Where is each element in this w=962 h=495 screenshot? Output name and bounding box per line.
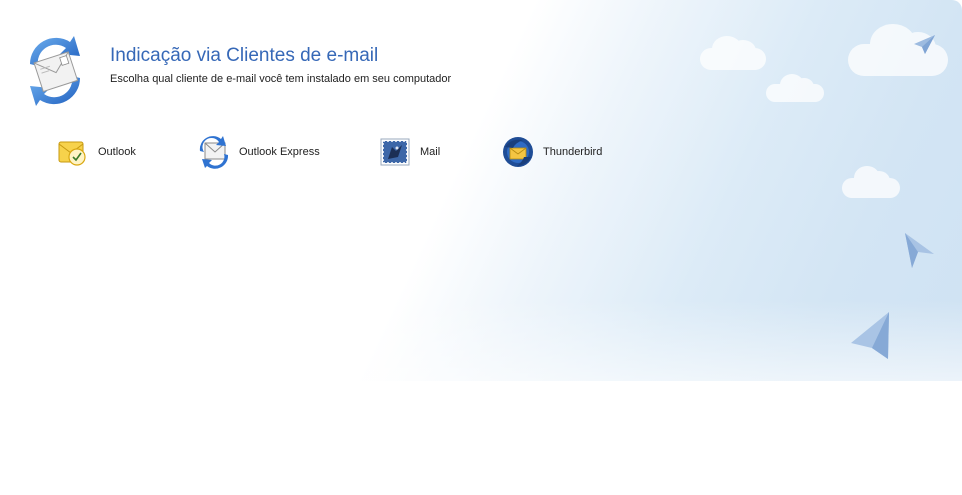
sky-fade xyxy=(0,300,962,381)
cloud-icon xyxy=(842,166,900,198)
client-thunderbird-link[interactable]: Thunderbird xyxy=(501,134,602,170)
paper-plane-icon xyxy=(914,35,935,54)
cloud-icon xyxy=(766,74,824,102)
client-mail-link[interactable]: Mail xyxy=(378,134,440,170)
cloud-icon xyxy=(700,36,766,70)
page-subtitle: Escolha qual cliente de e-mail você tem … xyxy=(110,73,452,85)
client-outlook-link[interactable]: Outlook xyxy=(56,134,136,170)
client-label: Mail xyxy=(420,146,441,158)
client-label: Outlook Express xyxy=(239,146,320,158)
thunderbird-icon xyxy=(503,137,533,167)
apple-mail-icon xyxy=(380,138,410,166)
email-send-arrows-icon xyxy=(29,36,81,106)
client-label: Thunderbird xyxy=(543,146,603,158)
paper-plane-icon xyxy=(905,233,934,268)
email-client-chooser: Indicação via Clientes de e-mail Escolha… xyxy=(0,0,962,495)
paper-plane-icon xyxy=(851,312,889,359)
page-title: Indicação via Clientes de e-mail xyxy=(110,45,379,66)
client-outlook-express-link[interactable]: Outlook Express xyxy=(197,134,320,170)
client-label: Outlook xyxy=(98,146,136,158)
outlook-icon xyxy=(58,141,86,166)
outlook-express-icon xyxy=(199,136,229,169)
